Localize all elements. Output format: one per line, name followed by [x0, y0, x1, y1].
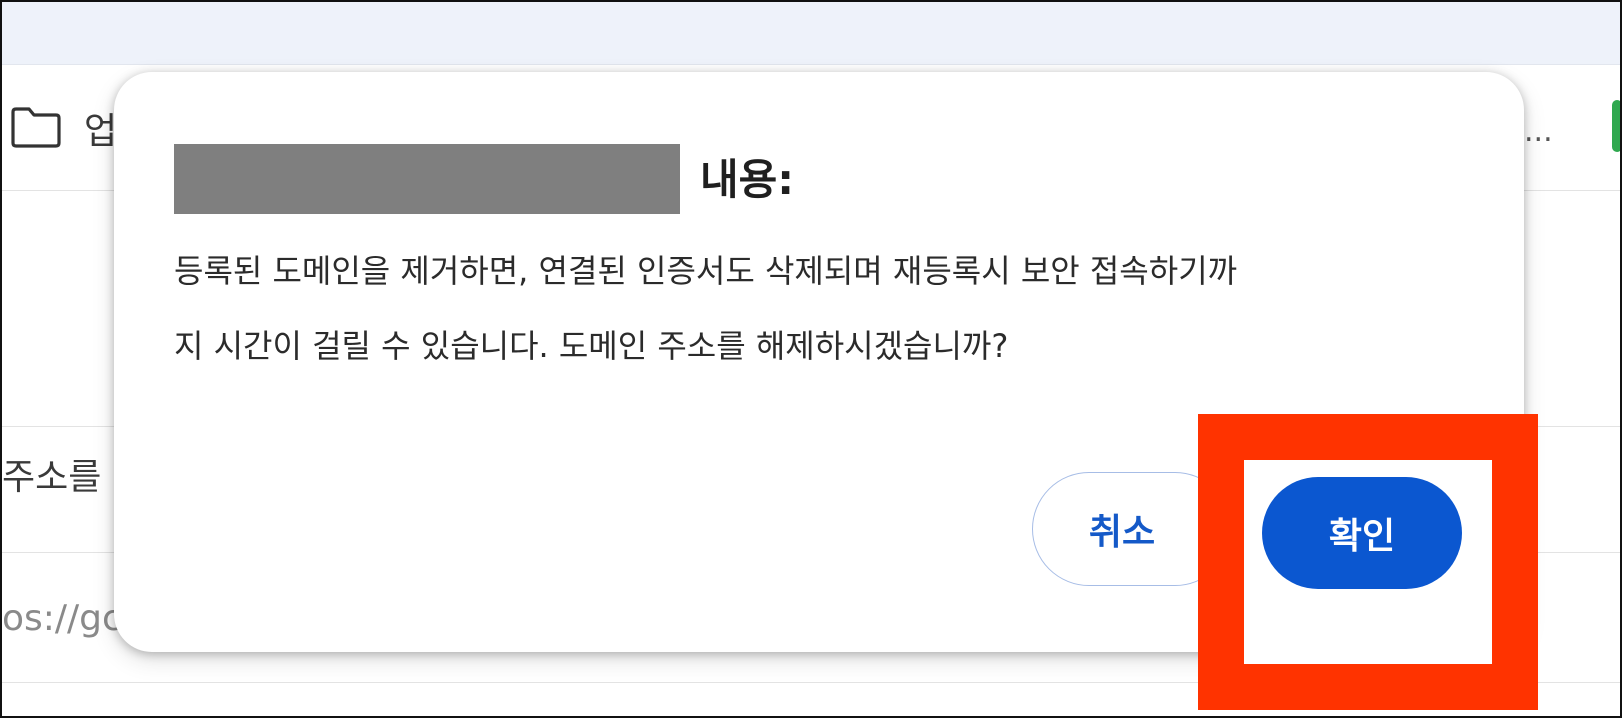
confirm-button[interactable]: 확인 — [1262, 477, 1462, 589]
folder-icon[interactable] — [10, 106, 62, 148]
cancel-button-label: 취소 — [1088, 512, 1156, 553]
dialog-message: 등록된 도메인을 제거하면, 연결된 인증서도 삭제되며 재등록시 보안 접속하… — [174, 234, 1454, 384]
background-address-label: 주소를 — [2, 457, 102, 498]
more-options-icon[interactable]: ... — [1524, 114, 1553, 149]
confirm-button-label: 확인 — [1328, 516, 1396, 557]
status-indicator — [1612, 100, 1620, 152]
dialog-message-line-2: 지 시간이 걸릴 수 있습니다. 도메인 주소를 해제하시겠습니까? — [174, 327, 1009, 365]
redacted-domain-block — [174, 144, 680, 214]
background-top-bar — [2, 2, 1620, 65]
background-url-text: os://gc — [2, 598, 122, 639]
background-upload-label[interactable]: 업 — [84, 102, 117, 154]
dialog-message-line-1: 등록된 도메인을 제거하면, 연결된 인증서도 삭제되며 재등록시 보안 접속하… — [174, 252, 1238, 290]
screenshot-frame: 업 ... 주소를 os://gc 내용: 등록된 도메인을 제거하면, 연결된… — [0, 0, 1622, 718]
dialog-title: 내용: — [700, 155, 795, 204]
